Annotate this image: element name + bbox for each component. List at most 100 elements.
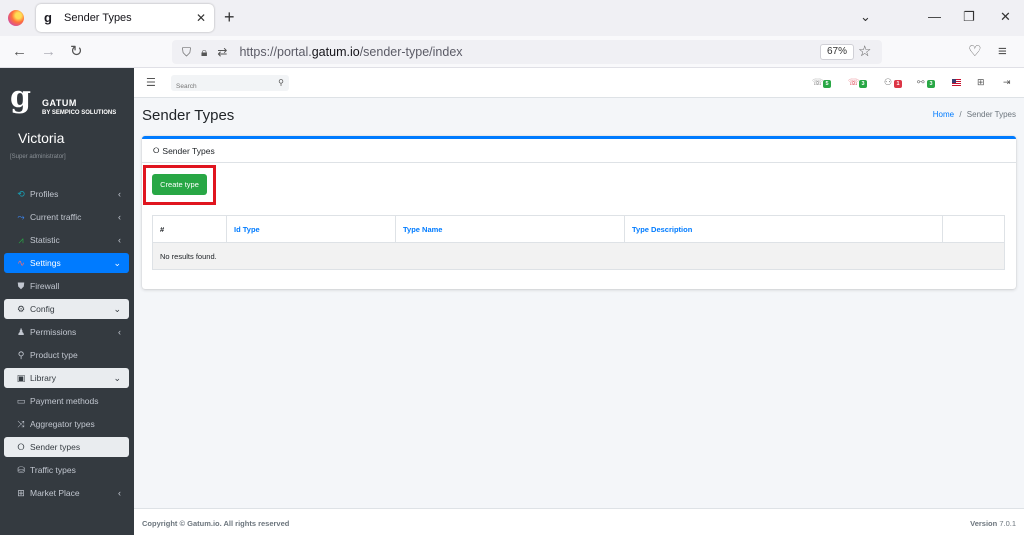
column-header-number[interactable]: #: [152, 215, 227, 243]
footer: Copyright © Gatum.io. All rights reserve…: [134, 508, 1024, 535]
column-header-id-type[interactable]: Id Type: [226, 215, 396, 243]
chevron-left-icon: ‹: [118, 327, 121, 337]
table-row: No results found.: [152, 242, 1005, 270]
language-flag-icon[interactable]: [952, 79, 961, 86]
hamburger-menu-icon[interactable]: ☰: [146, 76, 156, 89]
sidebar-item-sender-types[interactable]: ⭘ Sender types: [4, 437, 129, 457]
shield-icon[interactable]: ⛉: [182, 45, 191, 60]
card-header: ⭘ Sender Types: [142, 139, 1016, 163]
grid-icon: ⊞: [17, 487, 25, 498]
sender-types-table: # Id Type Type Name Type Description No …: [152, 215, 1005, 270]
logout-icon[interactable]: ⇥: [1003, 77, 1011, 88]
column-header-actions: [942, 215, 1005, 243]
sidebar-item-config[interactable]: ⚙ Config ⌄: [4, 299, 129, 319]
fullscreen-icon[interactable]: ⊞: [977, 77, 985, 88]
book-icon: ▣: [16, 372, 26, 383]
user-name[interactable]: Victoria: [18, 130, 64, 146]
sidebar-item-payment-methods[interactable]: ▭ Payment methods: [4, 391, 129, 411]
card-title: ⭘ Sender Types: [153, 146, 215, 156]
connections-icon[interactable]: ⚯: [917, 77, 925, 88]
new-tab-button[interactable]: +: [224, 7, 235, 27]
firefox-icon[interactable]: [8, 10, 24, 26]
product-icon: ⚲: [17, 349, 25, 360]
bookmark-star-icon[interactable]: ☆: [858, 42, 871, 60]
column-header-type-name[interactable]: Type Name: [395, 215, 625, 243]
connections-badge: 3: [927, 80, 935, 88]
breadcrumb-home[interactable]: Home: [933, 110, 954, 119]
close-tab-icon[interactable]: ✕: [196, 11, 206, 25]
lock-icon[interactable]: 🔒︎: [201, 45, 207, 60]
settings-icon: ∿: [17, 257, 25, 268]
chevron-left-icon: ‹: [118, 212, 121, 222]
sidebar-item-market-place[interactable]: ⊞ Market Place ‹: [4, 483, 129, 503]
traffic-icon: ⤳: [17, 211, 25, 222]
zoom-level[interactable]: 67%: [820, 44, 855, 60]
aggregator-icon: ⤨: [17, 418, 25, 429]
users-icon[interactable]: ⚇: [884, 77, 892, 88]
breadcrumb-separator: /: [959, 110, 962, 119]
tab-title: Sender Types: [64, 12, 132, 24]
page-title: Sender Types: [142, 107, 235, 124]
card-icon: ▭: [16, 395, 26, 406]
brand-name: GATUM: [42, 98, 77, 108]
tab-list-icon[interactable]: ⌄: [860, 9, 871, 25]
pocket-icon[interactable]: ♡: [968, 43, 981, 61]
url-text[interactable]: https://portal.gatum.io/sender-type/inde…: [239, 45, 462, 59]
circle-icon: ⭘: [153, 146, 160, 155]
database-icon: ⛁: [17, 464, 25, 475]
sidebar-item-current-traffic[interactable]: ⤳ Current traffic ‹: [4, 207, 129, 227]
chevron-left-icon: ‹: [118, 235, 121, 245]
chevron-down-icon: ⌄: [113, 372, 121, 383]
reload-icon[interactable]: ↻: [70, 43, 83, 61]
forward-icon[interactable]: →: [41, 43, 56, 61]
profiles-icon: ⟲: [17, 188, 25, 199]
sidebar-item-permissions[interactable]: ♟ Permissions ‹: [4, 322, 129, 342]
shield-icon: ⛊: [17, 280, 25, 291]
sidebar-item-product-type[interactable]: ⚲ Product type: [4, 345, 129, 365]
browser-tab-bar: g Sender Types ✕ + ⌄ — ❐ ✕: [0, 0, 1024, 36]
close-window-icon[interactable]: ✕: [1000, 9, 1011, 25]
sidebar-item-settings[interactable]: ∿ Settings ⌄: [4, 253, 129, 273]
search-input[interactable]: [171, 78, 271, 95]
chevron-left-icon: ‹: [118, 488, 121, 498]
gear-icon: ⚙: [16, 303, 26, 314]
circle-icon: ⭘: [17, 441, 25, 452]
browser-tab[interactable]: g Sender Types ✕: [36, 4, 214, 32]
empty-message: No results found.: [152, 242, 1005, 270]
breadcrumb: Home / Sender Types: [933, 110, 1016, 119]
search-icon[interactable]: ⚲: [278, 78, 284, 87]
minimize-icon[interactable]: —: [928, 9, 941, 25]
chevron-left-icon: ‹: [118, 189, 121, 199]
column-header-type-description[interactable]: Type Description: [624, 215, 943, 243]
brand-subtitle: BY SEMPICO SOLUTIONS: [42, 110, 117, 116]
sidebar-item-aggregator-types[interactable]: ⤨ Aggregator types: [4, 414, 129, 434]
person-icon: ♟: [16, 326, 26, 337]
table-header-row: # Id Type Type Name Type Description: [152, 215, 1005, 243]
restore-icon[interactable]: ❐: [963, 9, 975, 25]
highlight-box: [143, 165, 216, 205]
back-icon[interactable]: ←: [12, 43, 27, 61]
chevron-down-icon: ⌄: [113, 257, 121, 268]
sidebar-item-profiles[interactable]: ⟲ Profiles ‹: [4, 184, 129, 204]
alerts-badge: 3: [859, 80, 867, 88]
users-badge: 1: [894, 80, 902, 88]
app-menu-icon[interactable]: ≡: [998, 43, 1007, 61]
alerts-icon[interactable]: ☏: [848, 77, 859, 88]
chevron-down-icon: ⌄: [113, 303, 121, 314]
sidebar-item-statistic[interactable]: ⩘ Statistic ‹: [4, 230, 129, 250]
search-box[interactable]: ⚲: [171, 75, 289, 95]
url-bar[interactable]: ⛉ 🔒︎ ⇄ https://portal.gatum.io/sender-ty…: [172, 40, 882, 64]
messages-icon[interactable]: ☏: [812, 77, 823, 88]
breadcrumb-current: Sender Types: [966, 110, 1016, 119]
sidebar: g GATUM BY SEMPICO SOLUTIONS Victoria [S…: [0, 68, 134, 535]
messages-badge: 5: [823, 80, 831, 88]
gatum-logo-icon: g: [10, 80, 31, 115]
version-text: Version 7.0.1: [970, 519, 1016, 528]
sidebar-item-traffic-types[interactable]: ⛁ Traffic types: [4, 460, 129, 480]
user-role: [Super administrator]: [10, 154, 66, 160]
permissions-icon[interactable]: ⇄: [217, 45, 227, 59]
gatum-favicon-icon: g: [44, 10, 52, 25]
sidebar-item-library[interactable]: ▣ Library ⌄: [4, 368, 129, 388]
statistic-icon: ⩘: [18, 234, 24, 245]
sidebar-item-firewall[interactable]: ⛊ Firewall: [4, 276, 129, 296]
